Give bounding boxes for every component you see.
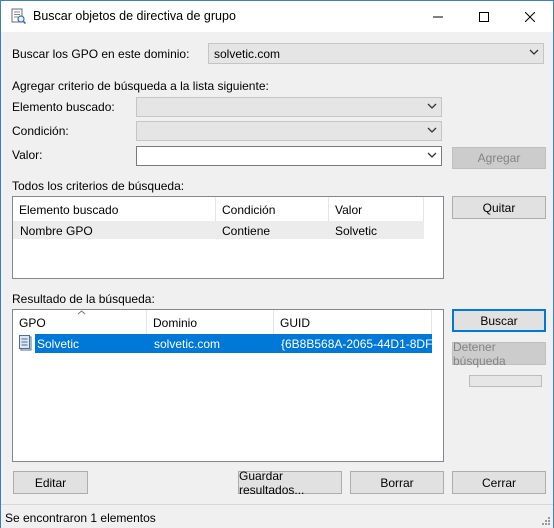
sort-ascending-icon <box>77 310 86 315</box>
title-bar: Buscar objetos de directiva de grupo <box>1 1 553 32</box>
all-criteria-label: Todos los criterios de búsqueda: <box>12 179 185 193</box>
column-header-gpo[interactable]: GPO <box>13 310 147 334</box>
gpo-icon <box>19 335 32 351</box>
chevron-down-icon <box>529 49 539 55</box>
status-bar: Se encontraron 1 elementos <box>1 504 553 528</box>
column-header-condition[interactable]: Condición <box>216 197 329 221</box>
table-row[interactable]: Nombre GPO Contiene Solvetic <box>13 221 424 239</box>
cell-value: Solvetic <box>335 224 378 238</box>
search-progress-bar <box>469 375 542 387</box>
cell-guid: {6B8B568A-2065-44D1-8DF... <box>281 337 442 351</box>
gpo-search-icon <box>11 8 26 24</box>
cell-element: Nombre GPO <box>20 224 93 238</box>
results-list[interactable]: GPO Dominio GUID Solvetic solvetic.com {… <box>12 309 444 462</box>
resize-grip-icon[interactable] <box>540 515 551 526</box>
column-header-element[interactable]: Elemento buscado <box>13 197 216 221</box>
element-select[interactable] <box>136 97 442 117</box>
value-combobox[interactable] <box>136 146 442 166</box>
criteria-list[interactable]: Elemento buscado Condición Valor Nombre … <box>12 196 444 279</box>
close-icon <box>525 11 535 22</box>
stop-search-button[interactable]: Detener búsqueda <box>452 340 546 368</box>
chevron-down-icon <box>427 103 437 109</box>
gpo-header-label: GPO <box>19 316 46 330</box>
chevron-down-icon <box>427 127 437 133</box>
minimize-button[interactable] <box>415 1 461 32</box>
status-text: Se encontraron 1 elementos <box>5 511 156 525</box>
close-button[interactable]: Cerrar <box>452 471 546 494</box>
remove-criteria-button[interactable]: Quitar <box>452 196 546 219</box>
maximize-button[interactable] <box>461 1 507 32</box>
domain-select[interactable]: solvetic.com <box>208 43 544 64</box>
maximize-icon <box>479 11 489 22</box>
results-label: Resultado de la búsqueda: <box>12 292 155 306</box>
condition-select[interactable] <box>136 121 442 141</box>
window-title: Buscar objetos de directiva de grupo <box>33 9 236 23</box>
chevron-down-icon <box>427 152 437 158</box>
search-button[interactable]: Buscar <box>452 309 546 332</box>
column-header-value[interactable]: Valor <box>329 197 424 221</box>
domain-value: solvetic.com <box>214 47 281 61</box>
value-label: Valor: <box>12 148 43 162</box>
clear-button[interactable]: Borrar <box>350 471 444 494</box>
add-criteria-button[interactable]: Agregar <box>452 147 546 169</box>
close-window-button[interactable] <box>507 1 553 32</box>
cell-domain: solvetic.com <box>154 337 221 351</box>
edit-button[interactable]: Editar <box>13 471 88 494</box>
column-header-domain[interactable]: Dominio <box>147 310 274 334</box>
save-results-button[interactable]: Guardar resultados... <box>238 469 342 497</box>
condition-label: Condición: <box>12 124 69 138</box>
domain-label: Buscar los GPO en este dominio: <box>12 47 190 61</box>
cell-gpo: Solvetic <box>37 337 80 351</box>
selected-row-highlight: Solvetic solvetic.com {6B8B568A-2065-44D… <box>35 334 441 353</box>
column-header-guid[interactable]: GUID <box>274 310 432 334</box>
cell-condition: Contiene <box>222 224 271 238</box>
criteria-section-label: Agregar criterio de búsqueda a la lista … <box>12 79 269 93</box>
result-row[interactable]: Solvetic solvetic.com {6B8B568A-2065-44D… <box>15 334 441 353</box>
gpo-search-dialog: Buscar objetos de directiva de grupo Bus… <box>0 0 554 528</box>
minimize-icon <box>433 16 443 17</box>
element-label: Elemento buscado: <box>12 100 115 114</box>
